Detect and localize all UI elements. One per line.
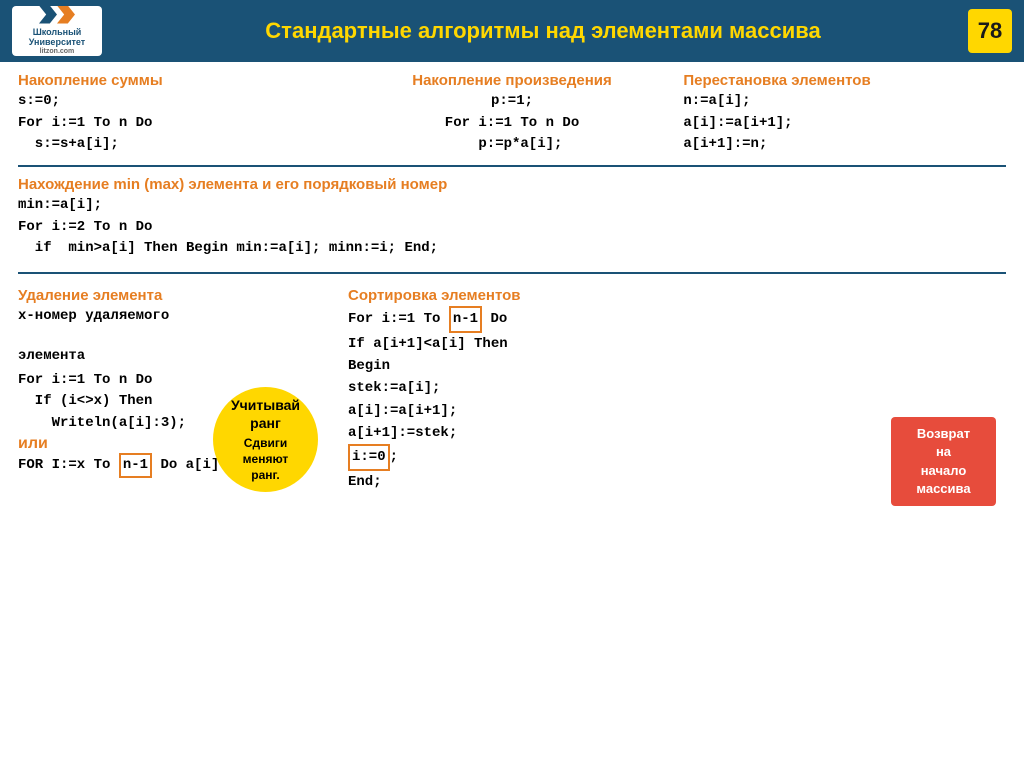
header: Школьный Университет litzon.com Стандарт… <box>0 0 1024 62</box>
n-1-highlight-sort: n-1 <box>449 306 482 332</box>
logo-line3: litzon.com <box>29 48 85 56</box>
for-i-x-code: FOR I:=x To <box>18 457 119 473</box>
i-0-highlight: i:=0 <box>348 444 390 470</box>
divider2 <box>18 272 1006 274</box>
delete-desc2: элемента <box>18 346 318 368</box>
main-content: Накопление суммы s:=0; For i:=1 To n Do … <box>0 62 1024 767</box>
find-min-section: Нахождение min (max) элемента и его поря… <box>18 176 1006 260</box>
balloon-return: Возврат на начало массива <box>891 417 996 506</box>
sum-code: s:=0; For i:=1 To n Do s:=s+a[i]; <box>18 91 341 156</box>
swap-section: Перестановка элементов n:=a[i]; a[i]:=a[… <box>683 72 1006 156</box>
page-title: Стандартные алгоритмы над элементами мас… <box>118 18 968 44</box>
sort-line3: Begin <box>348 355 1006 377</box>
logo-line2: Университет <box>29 37 85 48</box>
sort-line1: For i:=1 To n-1 Do <box>348 306 1006 332</box>
find-min-code: min:=a[i]; For i:=2 To n Do if min>a[i] … <box>18 195 1006 260</box>
return-line2: на <box>901 443 986 461</box>
delete-title: Удаление элемента <box>18 287 318 304</box>
sum-title: Накопление суммы <box>18 72 341 89</box>
top-row: Накопление суммы s:=0; For i:=1 To n Do … <box>18 72 1006 156</box>
logo-line1: Школьный <box>29 27 85 38</box>
product-section: Накопление произведения p:=1; For i:=1 T… <box>351 72 674 156</box>
page-number: 78 <box>968 9 1012 53</box>
balloon-rank-line4: меняют <box>231 452 300 468</box>
swap-title: Перестановка элементов <box>683 72 1006 89</box>
return-line4: массива <box>901 480 986 498</box>
return-line1: Возврат <box>901 425 986 443</box>
return-line3: начало <box>901 462 986 480</box>
page: Школьный Университет litzon.com Стандарт… <box>0 0 1024 767</box>
logo: Школьный Университет litzon.com <box>12 6 102 56</box>
product-code: p:=1; For i:=1 To n Do p:=p*a[i]; <box>351 91 674 156</box>
sum-section: Накопление суммы s:=0; For i:=1 To n Do … <box>18 72 341 156</box>
balloon-rank-line2: ранг <box>231 414 300 432</box>
product-title: Накопление произведения <box>351 72 674 89</box>
sort-title: Сортировка элементов <box>348 287 1006 304</box>
sort-line4: stek:=a[i]; <box>348 377 1006 399</box>
balloon-rank-line1: Учитывай <box>231 396 300 414</box>
balloon-rank-line5: ранг. <box>231 468 300 484</box>
swap-code: n:=a[i]; a[i]:=a[i+1]; a[i+1]:=n; <box>683 91 1006 156</box>
sort-line2: If a[i+1]<a[i] Then <box>348 333 1006 355</box>
divider1 <box>18 165 1006 167</box>
find-min-title: Нахождение min (max) элемента и его поря… <box>18 176 1006 193</box>
bottom-row: Удаление элемента x-номер удаляемого эле… <box>18 287 1006 493</box>
balloon-rank-line3: Сдвиги <box>231 436 300 452</box>
delete-desc1: x-номер удаляемого <box>18 306 318 328</box>
n-1-highlight-delete: n-1 <box>119 453 152 479</box>
balloon-rank: Учитывай ранг Сдвиги меняют ранг. <box>213 387 318 492</box>
